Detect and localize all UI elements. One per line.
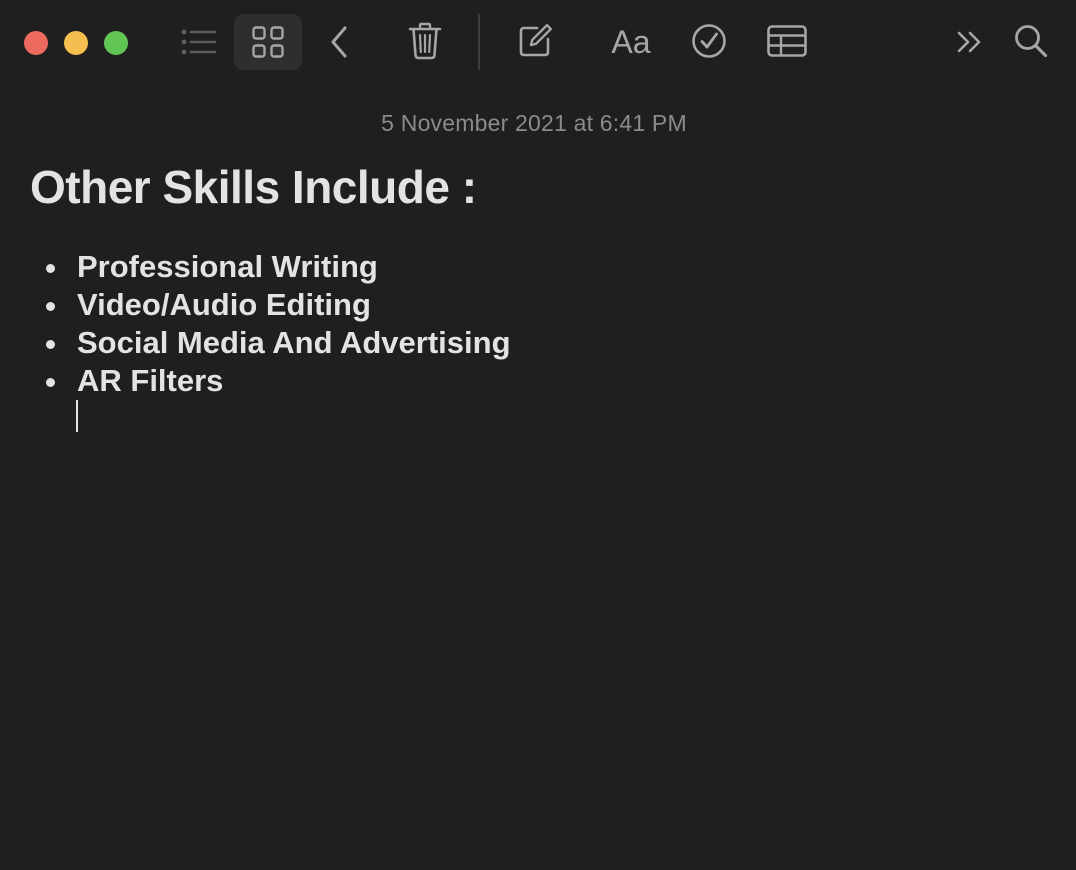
table-icon bbox=[767, 25, 807, 57]
list-view-button[interactable] bbox=[176, 20, 222, 64]
more-toolbar-items-button[interactable] bbox=[950, 20, 990, 64]
bullet bbox=[46, 378, 55, 387]
search-icon bbox=[1014, 24, 1048, 58]
notes-window: Aa 5 November 2021 at 6:41 PM Other Skil… bbox=[0, 0, 1076, 870]
trash-icon bbox=[408, 22, 442, 60]
compose-icon bbox=[517, 23, 553, 59]
note-title[interactable]: Other Skills Include : bbox=[30, 160, 477, 214]
bullet bbox=[46, 264, 55, 273]
text-cursor bbox=[76, 400, 78, 432]
list-item[interactable]: AR Filters bbox=[30, 362, 511, 400]
chevron-left-icon bbox=[330, 26, 348, 58]
list-item-text: Professional Writing bbox=[77, 249, 378, 284]
close-window-button[interactable] bbox=[24, 31, 48, 55]
list-item[interactable]: Social Media And Advertising bbox=[30, 324, 511, 362]
format-button[interactable]: Aa bbox=[604, 20, 658, 64]
zoom-window-button[interactable] bbox=[104, 31, 128, 55]
compose-note-button[interactable] bbox=[512, 18, 558, 64]
bullet bbox=[46, 340, 55, 349]
list-item-text: Social Media And Advertising bbox=[77, 325, 511, 360]
delete-note-button[interactable] bbox=[402, 18, 448, 64]
skills-list: Professional Writing Video/Audio Editing… bbox=[30, 248, 511, 400]
list-icon bbox=[181, 28, 217, 56]
note-editor[interactable]: 5 November 2021 at 6:41 PM Other Skills … bbox=[0, 84, 1076, 870]
grid-icon bbox=[252, 26, 284, 58]
list-item-text: Video/Audio Editing bbox=[77, 287, 371, 322]
back-button[interactable] bbox=[322, 20, 356, 64]
double-chevron-right-icon bbox=[956, 30, 984, 54]
table-button[interactable] bbox=[764, 18, 810, 64]
list-item-text: AR Filters bbox=[77, 363, 224, 398]
checklist-button[interactable] bbox=[686, 18, 732, 64]
toolbar-divider bbox=[478, 14, 480, 70]
bullet bbox=[46, 302, 55, 311]
note-timestamp: 5 November 2021 at 6:41 PM bbox=[381, 110, 687, 136]
search-button[interactable] bbox=[1008, 18, 1054, 64]
toolbar: Aa bbox=[0, 0, 1076, 84]
list-item[interactable]: Video/Audio Editing bbox=[30, 286, 511, 324]
list-item[interactable]: Professional Writing bbox=[30, 248, 511, 286]
checkmark-circle-icon bbox=[691, 23, 727, 59]
gallery-view-button[interactable] bbox=[234, 14, 302, 70]
minimize-window-button[interactable] bbox=[64, 31, 88, 55]
